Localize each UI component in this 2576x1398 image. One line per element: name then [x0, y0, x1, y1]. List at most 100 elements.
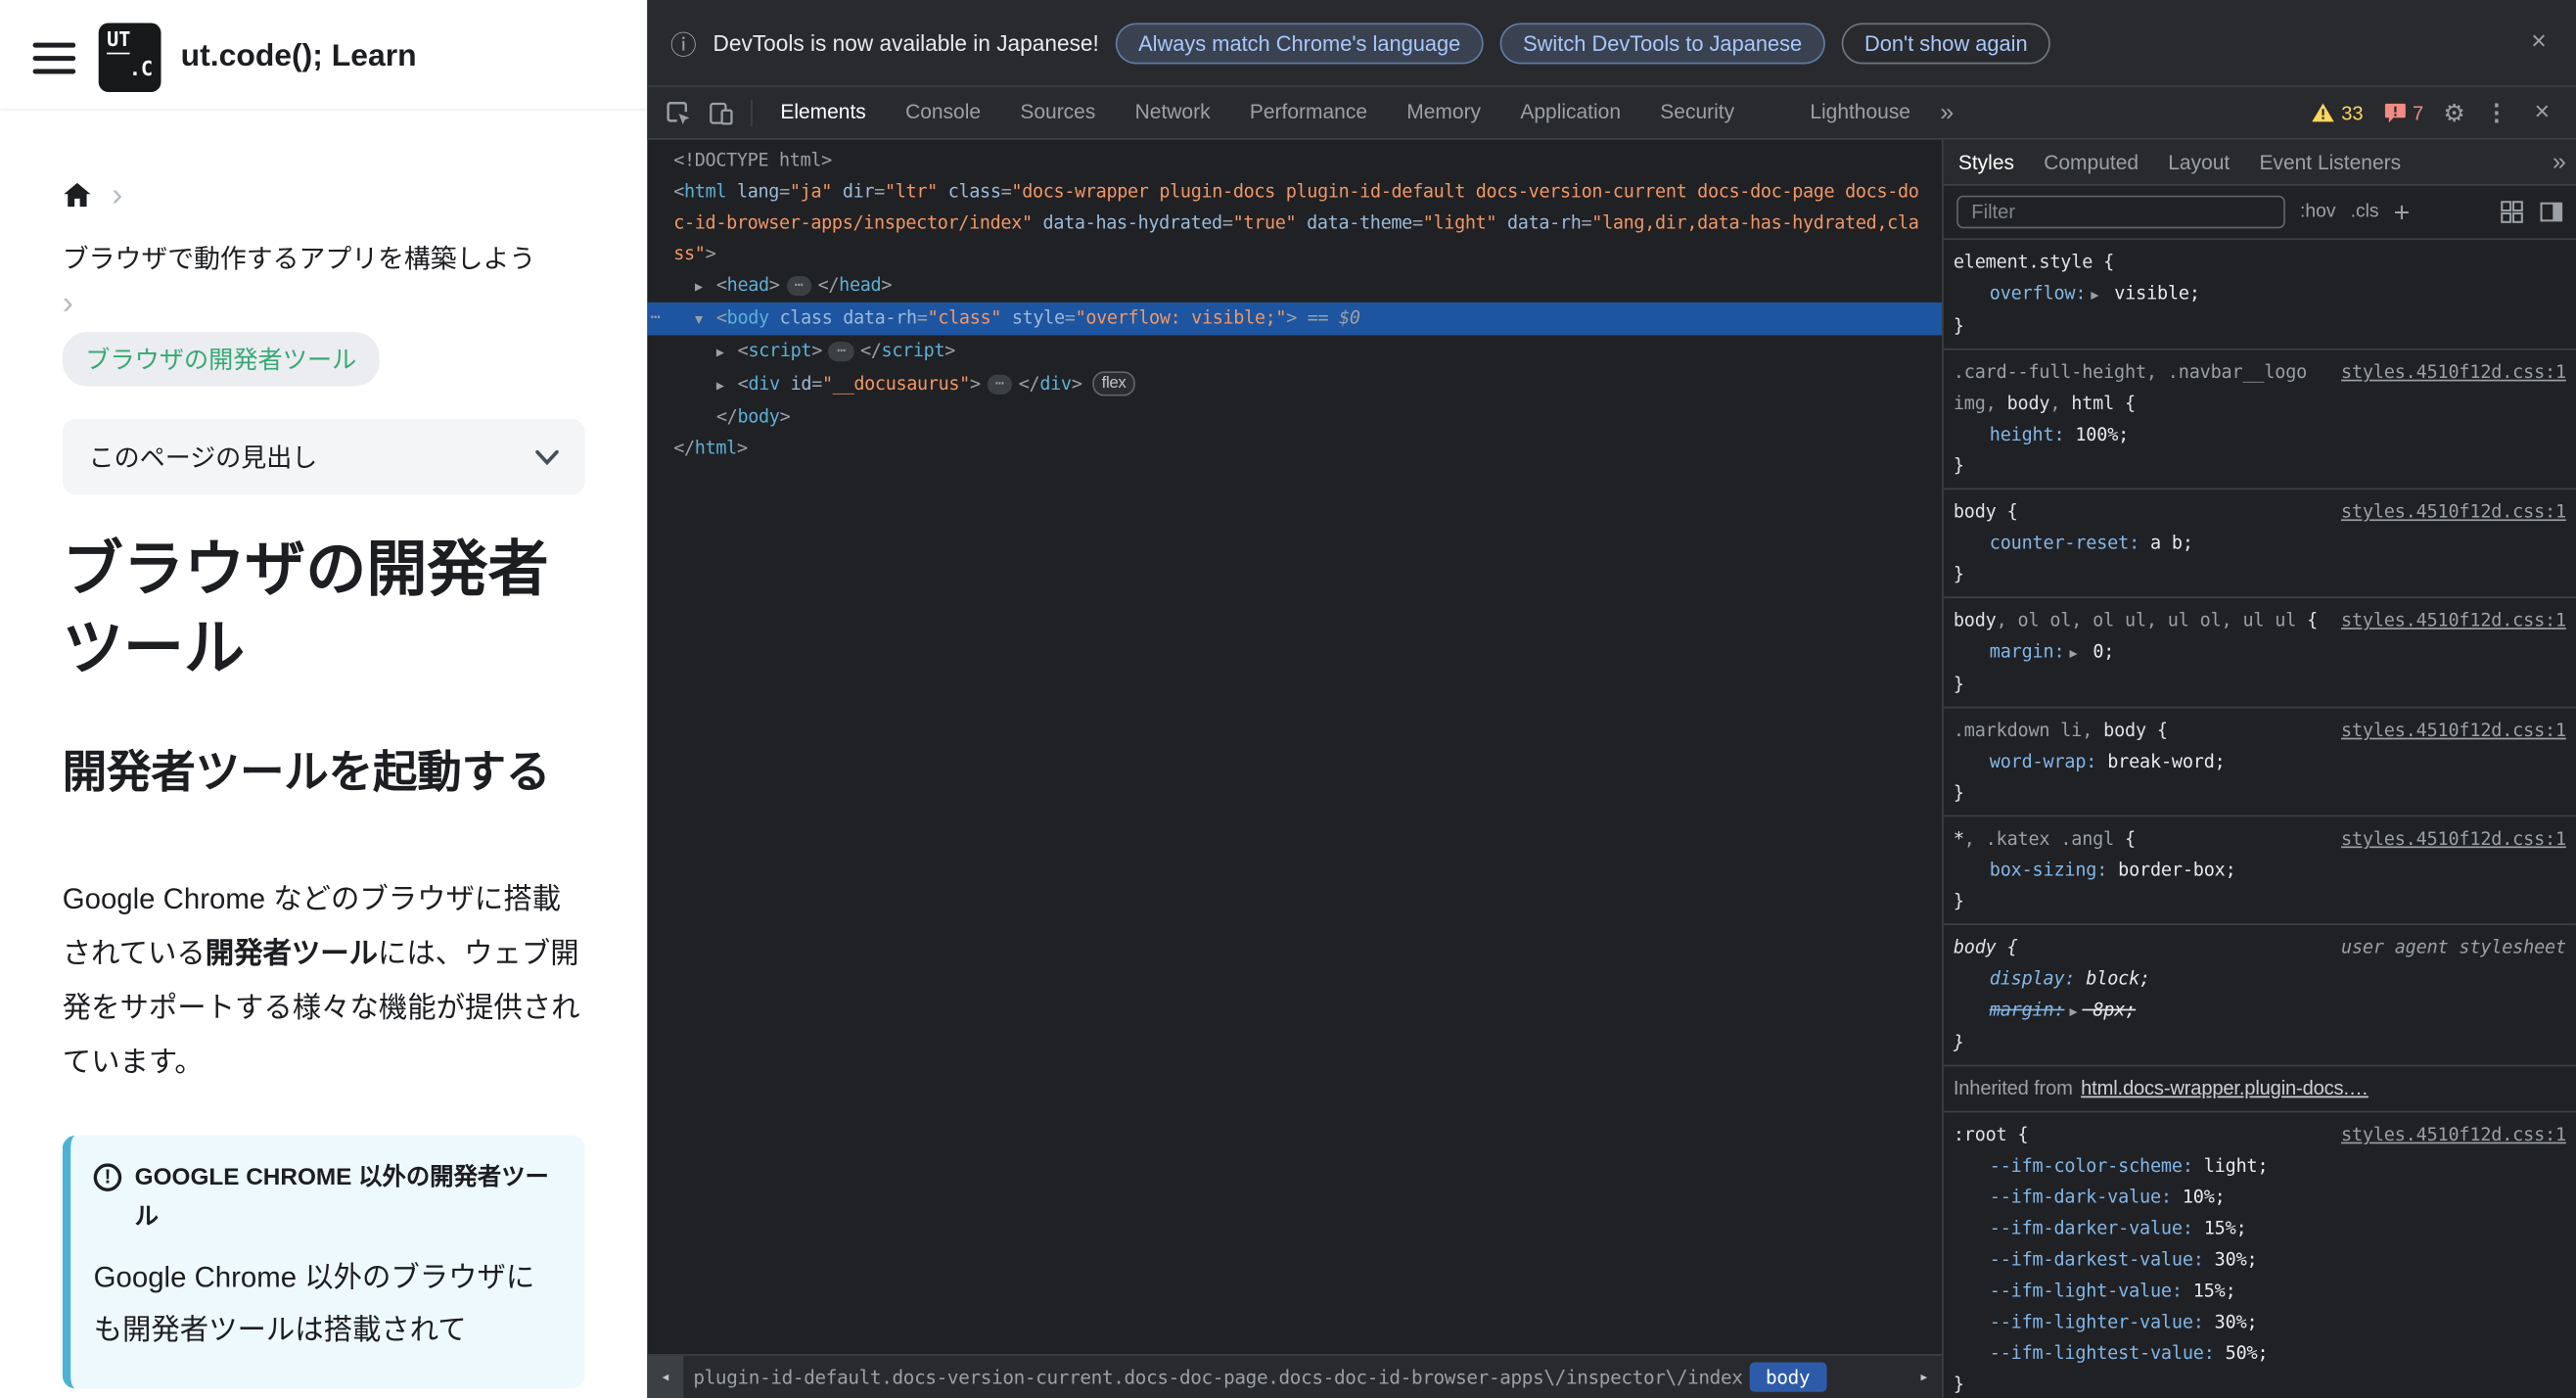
settings-gear-icon[interactable]: ⚙	[2443, 98, 2465, 128]
tab-lighthouse[interactable]: Lighthouse	[1790, 87, 1930, 138]
css-property[interactable]: box-sizing: border-box;	[1954, 855, 2566, 886]
tab-performance[interactable]: Performance	[1230, 87, 1387, 138]
toc-toggle[interactable]: このページの見出し	[62, 419, 585, 495]
warning-count: 33	[2341, 101, 2364, 124]
inspect-element-icon[interactable]	[657, 91, 700, 134]
rule-selector[interactable]: body {	[1954, 932, 2328, 963]
style-rule: :root { styles.4510f12d.css:1 --ifm-color-…	[1944, 1112, 2576, 1398]
crumb-path[interactable]: plugin-id-default.docs-version-current.d…	[693, 1366, 1742, 1389]
crumb-selected-body[interactable]: body	[1749, 1362, 1826, 1392]
dont-show-again-button[interactable]: Don't show again	[1841, 22, 2051, 64]
css-property[interactable]: --ifm-lighter-value: 30%;	[1954, 1306, 2566, 1337]
paragraph-bold-text: 開発者ツール	[205, 936, 379, 970]
expand-inline-icon[interactable]: ⋯	[987, 374, 1013, 395]
css-property[interactable]: --ifm-dark-value: 10%;	[1954, 1182, 2566, 1213]
info-icon: ⓘ	[669, 32, 697, 62]
kebab-menu-icon[interactable]: ⋮	[2485, 99, 2508, 127]
rule-selector[interactable]: body {	[1954, 496, 2328, 528]
devtools-close-icon[interactable]: ×	[2528, 98, 2556, 127]
rule-selector[interactable]: element.style {	[1954, 247, 2566, 278]
sidebar-tab-event-listeners[interactable]: Event Listeners	[2244, 139, 2415, 185]
sidebar-tab-styles[interactable]: Styles	[1944, 139, 2029, 185]
hamburger-menu-icon[interactable]	[32, 41, 76, 73]
dom-tree-line[interactable]: </html>	[647, 432, 1942, 463]
infobar-close-icon[interactable]: ×	[2524, 28, 2553, 58]
site-logo[interactable]: UT .C	[98, 23, 161, 92]
shorthand-expand-icon[interactable]: ▶	[2069, 1004, 2077, 1019]
switch-japanese-button[interactable]: Switch DevTools to Japanese	[1499, 22, 1825, 64]
device-toolbar-icon[interactable]	[700, 91, 743, 134]
breadcrumb-section[interactable]: ブラウザで動作するアプリを構築しよう	[63, 237, 585, 276]
stylesheet-link[interactable]: styles.4510f12d.css:1	[2341, 1119, 2566, 1150]
expand-inline-icon[interactable]: ⋯	[786, 275, 811, 297]
expand-twisty-icon[interactable]: ▶	[716, 370, 738, 401]
more-tabs-icon[interactable]: »	[1930, 99, 1963, 127]
dom-tree-line[interactable]: ▶ <script> ⋯ </script>	[647, 335, 1942, 368]
dom-tree-line[interactable]: <!DOCTYPE html>	[647, 145, 1942, 176]
css-property[interactable]: --ifm-darker-value: 15%;	[1954, 1213, 2566, 1244]
site-title[interactable]: ut.code(); Learn	[181, 39, 417, 75]
rule-selector[interactable]: .markdown li, body {	[1954, 715, 2328, 746]
breadcrumb-separator-icon: ›	[62, 286, 73, 322]
new-style-rule-icon[interactable]: +	[2394, 198, 2411, 226]
stylesheet-link[interactable]: styles.4510f12d.css:1	[2341, 823, 2566, 855]
language-infobar: ⓘ DevTools is now available in Japanese!…	[647, 0, 2576, 87]
shorthand-expand-icon[interactable]: ▶	[2091, 288, 2098, 303]
tab-console[interactable]: Console	[886, 87, 1000, 138]
computed-sidebar-toggle-icon[interactable]	[2540, 201, 2563, 224]
home-icon[interactable]	[63, 181, 92, 210]
crumb-scroll-right-icon[interactable]: ▸	[1906, 1356, 1942, 1398]
sidebar-tab-computed[interactable]: Computed	[2029, 139, 2153, 185]
dom-token: =	[874, 180, 885, 203]
stylesheet-link[interactable]: styles.4510f12d.css:1	[2341, 715, 2566, 746]
dom-tree-line[interactable]: ▶ <head> ⋯ </head>	[647, 269, 1942, 303]
css-property[interactable]: --ifm-light-value: 15%;	[1954, 1276, 2566, 1307]
shorthand-expand-icon[interactable]: ▶	[2069, 646, 2077, 661]
css-property[interactable]: display: block;	[1954, 963, 2566, 995]
toggle-element-classes-button[interactable]: .cls	[2351, 202, 2379, 221]
expand-twisty-icon[interactable]: ▶	[716, 337, 738, 368]
css-property[interactable]: --ifm-lightest-value: 50%;	[1954, 1337, 2566, 1369]
dom-tree-line[interactable]: </body>	[647, 401, 1942, 433]
tab-security[interactable]: Security	[1640, 87, 1754, 138]
rule-selector[interactable]: :root {	[1954, 1119, 2328, 1150]
tab-application[interactable]: Application	[1500, 87, 1640, 138]
css-property[interactable]: --ifm-darkest-value: 30%;	[1954, 1244, 2566, 1276]
css-property[interactable]: --ifm-color-scheme: light;	[1954, 1150, 2566, 1182]
dom-tree-line[interactable]: <html lang="ja" dir="ltr" class="docs-wr…	[647, 176, 1942, 270]
sidebar-more-tabs-icon[interactable]: »	[2543, 148, 2576, 176]
stylesheet-link[interactable]: styles.4510f12d.css:1	[2341, 356, 2566, 388]
css-property[interactable]: margin: ▶ 8px;	[1954, 995, 2566, 1028]
dom-tree-line[interactable]: ⋯ ▼ <body class data-rh="class" style="ove…	[647, 302, 1943, 336]
tab-network[interactable]: Network	[1115, 87, 1229, 138]
stylesheet-link[interactable]: styles.4510f12d.css:1	[2341, 496, 2566, 528]
dom-token: class	[937, 180, 1001, 203]
rule-selector[interactable]: body, ol ol, ol ul, ul ol, ul ul {	[1954, 605, 2328, 636]
tab-elements[interactable]: Elements	[760, 87, 886, 138]
rule-selector[interactable]: *, .katex .angl {	[1954, 823, 2328, 855]
toggle-hover-state-button[interactable]: :hov	[2300, 202, 2336, 221]
match-language-button[interactable]: Always match Chrome's language	[1115, 22, 1484, 64]
styles-filter-input[interactable]	[1956, 195, 2285, 229]
warnings-counter[interactable]: 33	[2312, 101, 2364, 124]
css-property[interactable]: height: 100%;	[1954, 419, 2566, 450]
issues-counter[interactable]: 7	[2383, 101, 2423, 124]
expand-inline-icon[interactable]: ⋯	[828, 342, 854, 362]
dom-tree-line[interactable]: ▶ <div id="__docusaurus"> ⋯ </div> flex	[647, 368, 1942, 401]
crumb-scroll-left-icon[interactable]: ◂	[647, 1355, 684, 1398]
collapse-twisty-icon[interactable]: ▼	[695, 304, 716, 336]
tab-sources[interactable]: Sources	[1000, 87, 1115, 138]
css-property[interactable]: overflow: ▶ visible;	[1954, 278, 2566, 311]
sidebar-tab-layout[interactable]: Layout	[2153, 139, 2244, 185]
flex-badge[interactable]: flex	[1091, 371, 1136, 396]
stylesheet-link[interactable]: styles.4510f12d.css:1	[2341, 605, 2566, 636]
styles-sidebar: StylesComputedLayoutEvent Listeners » :h…	[1943, 139, 2576, 1398]
css-property[interactable]: margin: ▶ 0;	[1954, 636, 2566, 670]
expand-twisty-icon[interactable]: ▶	[695, 271, 716, 303]
grid-overlay-icon[interactable]	[2501, 201, 2524, 224]
css-property[interactable]: word-wrap: break-word;	[1954, 746, 2566, 777]
inherited-node-link[interactable]: html.docs-wrapper.plugin-docs.…	[2081, 1076, 2369, 1099]
rule-selector[interactable]: .card--full-height, .navbar__logo img, b…	[1954, 356, 2328, 419]
css-property[interactable]: counter-reset: a b;	[1954, 528, 2566, 559]
tab-memory[interactable]: Memory	[1387, 87, 1500, 138]
